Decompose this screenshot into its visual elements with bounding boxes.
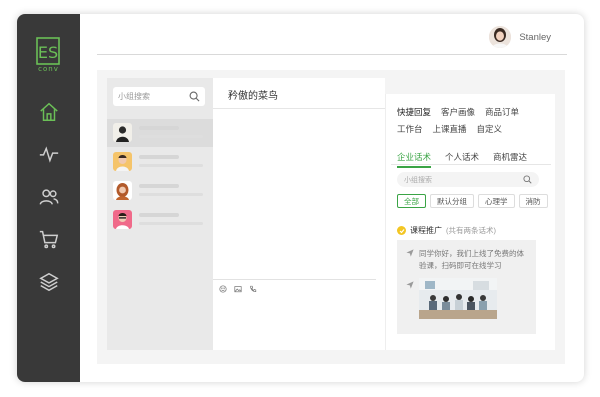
contact-preview-placeholder xyxy=(139,164,203,167)
divider xyxy=(213,279,376,280)
divider xyxy=(391,164,551,165)
script-search-placeholder: 小组搜索 xyxy=(404,176,432,184)
contact-avatar xyxy=(113,152,132,171)
filter-psychology[interactable]: 心理学 xyxy=(478,194,515,208)
contact-item[interactable] xyxy=(107,148,213,176)
script-tabs: 企业话术 个人话术 商机雷达 xyxy=(397,151,527,168)
tab-product-orders[interactable]: 商品订单 xyxy=(485,106,519,118)
script-search-input[interactable]: 小组搜索 xyxy=(397,172,539,187)
user-menu[interactable]: Stanley xyxy=(489,26,551,48)
logo-text: conv xyxy=(38,65,59,73)
cart-icon xyxy=(39,230,58,249)
chat-title: 矜傲的菜鸟 xyxy=(228,91,278,102)
tab-live-class[interactable]: 上课直播 xyxy=(433,123,467,135)
pulse-icon xyxy=(39,146,58,163)
contact-search-placeholder: 小组搜索 xyxy=(118,92,150,101)
tab-customer-profile[interactable]: 客户画像 xyxy=(441,106,475,118)
tab-custom[interactable]: 自定义 xyxy=(477,123,503,135)
main-content: 小组搜索 矜傲的菜鸟 快捷回复 客户画像 商品订单 工作台 上课直播 自定义 企… xyxy=(97,70,565,364)
send-icon[interactable] xyxy=(406,281,414,289)
phone-icon[interactable] xyxy=(249,285,257,293)
contact-preview-placeholder xyxy=(139,135,203,138)
script-text: 同学你好，我们上线了免费的体验课，扫码即可在线学习 xyxy=(419,249,524,270)
contact-search-input[interactable]: 小组搜索 xyxy=(113,87,205,106)
nav-users[interactable] xyxy=(17,177,80,217)
sidebar: ES conv xyxy=(17,14,80,382)
script-card: 同学你好，我们上线了免费的体验课，扫码即可在线学习 xyxy=(397,240,536,334)
check-icon xyxy=(397,226,406,235)
contact-avatar xyxy=(113,123,132,142)
contact-item[interactable] xyxy=(107,119,213,147)
contact-item[interactable] xyxy=(107,177,213,205)
tab-opportunity-radar[interactable]: 商机雷达 xyxy=(493,151,527,168)
nav-home[interactable] xyxy=(17,92,80,132)
avatar xyxy=(489,26,512,48)
tab-enterprise-scripts[interactable]: 企业话术 xyxy=(397,151,432,168)
filter-all[interactable]: 全部 xyxy=(397,194,426,208)
divider xyxy=(213,108,385,109)
filter-default-group[interactable]: 默认分组 xyxy=(430,194,474,208)
search-icon[interactable] xyxy=(189,91,200,102)
contact-avatar xyxy=(113,210,132,229)
layers-icon xyxy=(38,272,59,292)
contact-item[interactable] xyxy=(107,206,213,234)
image-icon[interactable] xyxy=(234,285,242,293)
category-name: 课程推广 xyxy=(410,226,442,235)
contact-preview-placeholder xyxy=(139,222,203,225)
nav-cart[interactable] xyxy=(17,219,80,259)
category-header[interactable]: 课程推广 (共有两条话术) xyxy=(397,225,496,236)
nav-activity[interactable] xyxy=(17,134,80,174)
assistant-panel: 快捷回复 客户画像 商品订单 工作台 上课直播 自定义 企业话术 个人话术 商机… xyxy=(385,94,555,350)
contact-name-placeholder xyxy=(139,213,179,217)
chat-toolbar xyxy=(219,285,257,293)
script-image xyxy=(419,278,497,319)
filter-fire-safety[interactable]: 消防 xyxy=(518,194,548,208)
emoji-icon[interactable] xyxy=(219,285,227,293)
quick-tabs: 快捷回复 客户画像 商品订单 工作台 上课直播 自定义 xyxy=(397,106,547,135)
chat-panel: 矜傲的菜鸟 xyxy=(213,78,385,350)
contact-name-placeholder xyxy=(139,184,179,188)
contact-avatar xyxy=(113,181,132,200)
contact-name-placeholder xyxy=(139,126,179,130)
nav-layers[interactable] xyxy=(17,262,80,302)
svg-text:ES: ES xyxy=(38,43,58,62)
tab-personal-scripts[interactable]: 个人话术 xyxy=(445,151,479,168)
contact-list: 小组搜索 xyxy=(107,78,213,350)
contact-name-placeholder xyxy=(139,155,179,159)
send-icon[interactable] xyxy=(406,249,414,257)
tab-quick-reply[interactable]: 快捷回复 xyxy=(397,106,431,118)
home-icon xyxy=(39,102,58,121)
top-bar: Stanley xyxy=(97,14,567,55)
contact-preview-placeholder xyxy=(139,193,203,196)
tab-workbench[interactable]: 工作台 xyxy=(397,123,423,135)
users-icon xyxy=(39,189,58,205)
search-icon[interactable] xyxy=(523,175,532,184)
username: Stanley xyxy=(519,31,551,43)
filter-chips: 全部 默认分组 心理学 消防 xyxy=(397,194,548,208)
app-window: ES conv Stanley 小组搜索 矜傲的菜鸟 快捷回复 客户画像 商品订… xyxy=(17,14,584,382)
category-count: (共有两条话术) xyxy=(446,226,496,235)
